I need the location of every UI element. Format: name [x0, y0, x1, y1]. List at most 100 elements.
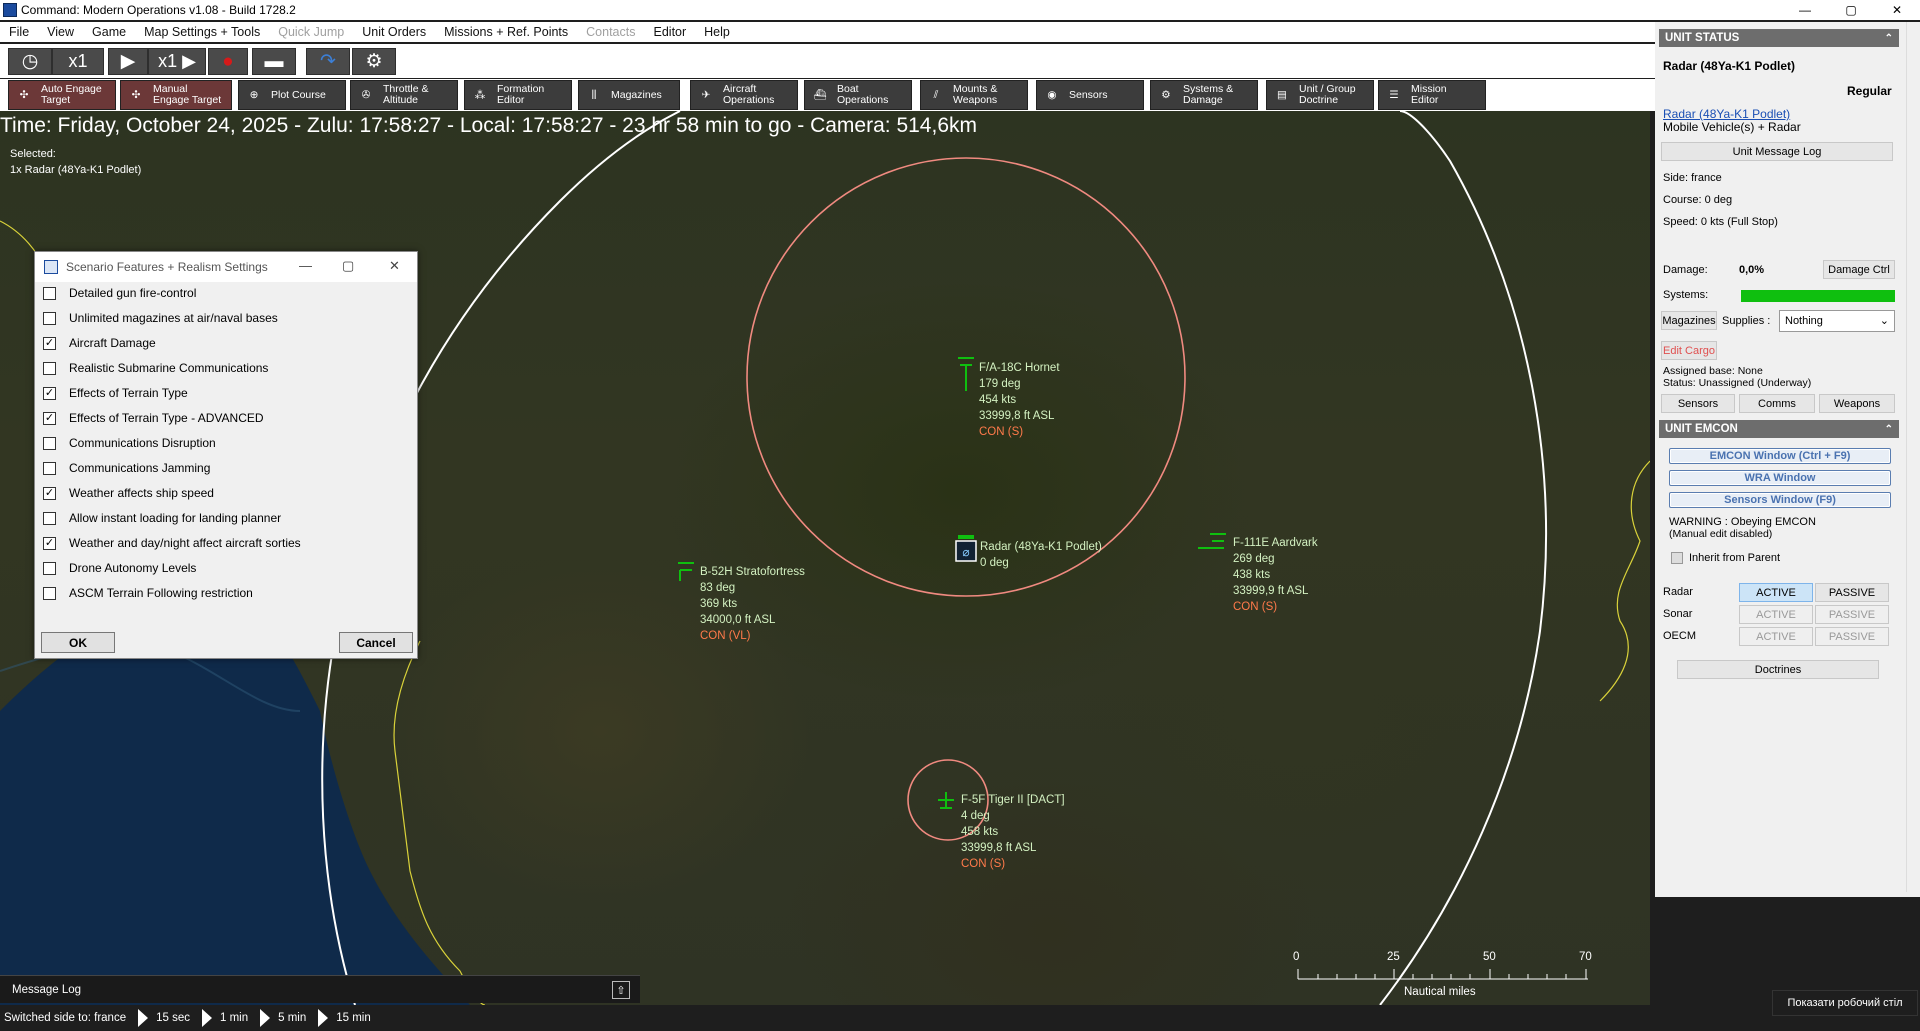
plot-course-button[interactable]: ⊕ Plot Course [238, 80, 346, 110]
unit-message-log-button[interactable]: Unit Message Log [1661, 142, 1893, 161]
unit-label-b52[interactable]: B-52H Stratofortress 83 deg 369 kts 3400… [700, 564, 805, 644]
inherit-checkbox[interactable] [1671, 552, 1683, 564]
maximize-button[interactable]: ▢ [1828, 0, 1874, 20]
aircraft-operations-button[interactable]: ✈ Aircraft Operations [690, 80, 798, 110]
option-row[interactable]: ✓ Weather and day/night affect aircraft s… [43, 535, 301, 551]
checkbox[interactable] [43, 561, 56, 575]
dialog-minimize-button[interactable]: — [299, 258, 312, 273]
option-row[interactable]: ✓ Effects of Terrain Type [43, 385, 188, 401]
checkbox[interactable] [43, 461, 56, 475]
boat-operations-button[interactable]: ⛴ Boat Operations [804, 80, 912, 110]
magazines-panel-button[interactable]: Magazines [1661, 311, 1717, 330]
unit-label-radar[interactable]: Radar (48Ya-K1 Podlet) 0 deg [980, 539, 1102, 571]
dialog-maximize-button[interactable]: ▢ [342, 258, 354, 274]
checkbox[interactable] [43, 436, 56, 450]
menu-unit-orders[interactable]: Unit Orders [353, 25, 435, 39]
dialog-close-button[interactable]: ✕ [389, 258, 400, 274]
panel-scrollbar[interactable] [1906, 22, 1920, 892]
emcon-window-button[interactable]: EMCON Window (Ctrl + F9) [1669, 448, 1891, 464]
checkbox[interactable]: ✓ [43, 411, 56, 425]
ok-button[interactable]: OK [41, 632, 115, 653]
option-row[interactable]: Drone Autonomy Levels [43, 560, 196, 576]
speed-x1-button[interactable]: x1 [52, 48, 104, 75]
emcon-passive-button[interactable]: PASSIVE [1815, 583, 1889, 602]
menu-editor[interactable]: Editor [645, 25, 696, 39]
checkbox[interactable]: ✓ [43, 486, 56, 500]
option-row[interactable]: ✓ Effects of Terrain Type - ADVANCED [43, 410, 264, 426]
mission-editor-button[interactable]: ☰ Mission Editor [1378, 80, 1486, 110]
checkbox[interactable]: ✓ [43, 386, 56, 400]
systems-damage-button[interactable]: ⚙ Systems & Damage [1150, 80, 1258, 110]
comms-tab[interactable]: Comms [1739, 394, 1815, 413]
option-row[interactable]: ✓ Weather affects ship speed [43, 485, 214, 501]
sensors-button[interactable]: ◉ Sensors [1036, 80, 1144, 110]
wra-window-button[interactable]: WRA Window [1669, 470, 1891, 486]
unit-label-f5[interactable]: F-5F Tiger II [DACT] 4 deg 458 kts 33999… [961, 792, 1065, 872]
redo-button[interactable]: ↷ [306, 48, 350, 75]
menu-view[interactable]: View [38, 25, 83, 39]
emcon-passive-button[interactable]: PASSIVE [1815, 627, 1889, 646]
sensors-window-button[interactable]: Sensors Window (F9) [1669, 492, 1891, 508]
expand-up-icon[interactable]: ⇧ [612, 981, 630, 999]
menu-help[interactable]: Help [695, 25, 739, 39]
menu-game[interactable]: Game [83, 25, 135, 39]
menu-file[interactable]: File [0, 25, 38, 39]
auto-engage-button[interactable]: ✣ Auto Engage Target [8, 80, 116, 110]
record-button[interactable]: ● [208, 48, 248, 75]
checkbox[interactable] [43, 511, 56, 525]
step-button[interactable]: x1 ▶ [148, 48, 206, 75]
option-row[interactable]: Communications Disruption [43, 435, 216, 451]
formation-editor-button[interactable]: ⁂ Formation Editor [464, 80, 572, 110]
emcon-active-button[interactable]: ACTIVE [1739, 583, 1813, 602]
unit-emcon-header[interactable]: UNIT EMCON ⌃ [1659, 420, 1899, 438]
minimize-button[interactable]: — [1782, 0, 1828, 20]
supplies-select[interactable]: Nothing ⌄ [1779, 310, 1895, 332]
menu-contacts[interactable]: Contacts [577, 25, 644, 39]
checkbox[interactable]: ✓ [43, 536, 56, 550]
collapse-icon[interactable]: ⌃ [1885, 424, 1893, 435]
step-1min-button[interactable]: 1 min [196, 1009, 248, 1027]
emcon-active-button[interactable]: ACTIVE [1739, 605, 1813, 624]
doctrine-button[interactable]: ▤ Unit / Group Doctrine [1266, 80, 1374, 110]
option-row[interactable]: ✓ Aircraft Damage [43, 335, 156, 351]
emcon-passive-button[interactable]: PASSIVE [1815, 605, 1889, 624]
close-button[interactable]: ✕ [1874, 0, 1920, 20]
show-desktop-button[interactable]: Показати робочий стіл [1772, 990, 1918, 1016]
sensors-tab[interactable]: Sensors [1661, 394, 1735, 413]
unit-label-fa18[interactable]: F/A-18C Hornet 179 deg 454 kts 33999,8 f… [979, 360, 1060, 440]
step-5min-button[interactable]: 5 min [254, 1009, 306, 1027]
cancel-button[interactable]: Cancel [339, 632, 413, 653]
checkbox[interactable] [43, 311, 56, 325]
throttle-button[interactable]: ✇ Throttle & Altitude [350, 80, 458, 110]
unit-status-header[interactable]: UNIT STATUS ⌃ [1659, 29, 1899, 47]
option-row[interactable]: Detailed gun fire-control [43, 285, 196, 301]
damage-control-button[interactable]: Damage Ctrl [1823, 260, 1895, 279]
option-row[interactable]: Unlimited magazines at air/naval bases [43, 310, 278, 326]
checkbox[interactable]: ✓ [43, 336, 56, 350]
checkbox[interactable] [43, 586, 56, 600]
collapse-icon[interactable]: ⌃ [1885, 33, 1893, 44]
dialog-titlebar[interactable]: Scenario Features + Realism Settings — ▢… [35, 252, 417, 282]
doctrines-button[interactable]: Doctrines [1677, 660, 1879, 679]
step-15min-button[interactable]: 15 min [312, 1009, 371, 1027]
emcon-active-button[interactable]: ACTIVE [1739, 627, 1813, 646]
unit-label-f111[interactable]: F-111E Aardvark 269 deg 438 kts 33999,9 … [1233, 535, 1318, 615]
edit-cargo-button[interactable]: Edit Cargo [1661, 341, 1717, 360]
option-row[interactable]: Allow instant loading for landing planne… [43, 510, 281, 526]
option-row[interactable]: Communications Jamming [43, 460, 210, 476]
panel-toggle-button[interactable]: ▶ [1628, 50, 1648, 70]
checkbox[interactable] [43, 286, 56, 300]
bridge-button[interactable]: ▬ [252, 48, 296, 75]
option-row[interactable]: ASCM Terrain Following restriction [43, 585, 253, 601]
settings-button[interactable]: ⚙ [352, 48, 396, 75]
menu-quick-jump[interactable]: Quick Jump [269, 25, 353, 39]
checkbox[interactable] [43, 361, 56, 375]
menu-missions[interactable]: Missions + Ref. Points [435, 25, 577, 39]
mounts-weapons-button[interactable]: ⫽ Mounts & Weapons [920, 80, 1028, 110]
unit-link[interactable]: Radar (48Ya-K1 Podlet) [1663, 107, 1790, 121]
magazines-button[interactable]: ⫼ Magazines [578, 80, 680, 110]
manual-engage-button[interactable]: ✣ Manual Engage Target [120, 80, 232, 110]
play-button[interactable]: ▶ [108, 48, 148, 75]
option-row[interactable]: Realistic Submarine Communications [43, 360, 268, 376]
message-log-bar[interactable]: Message Log ⇧ [0, 975, 640, 1003]
